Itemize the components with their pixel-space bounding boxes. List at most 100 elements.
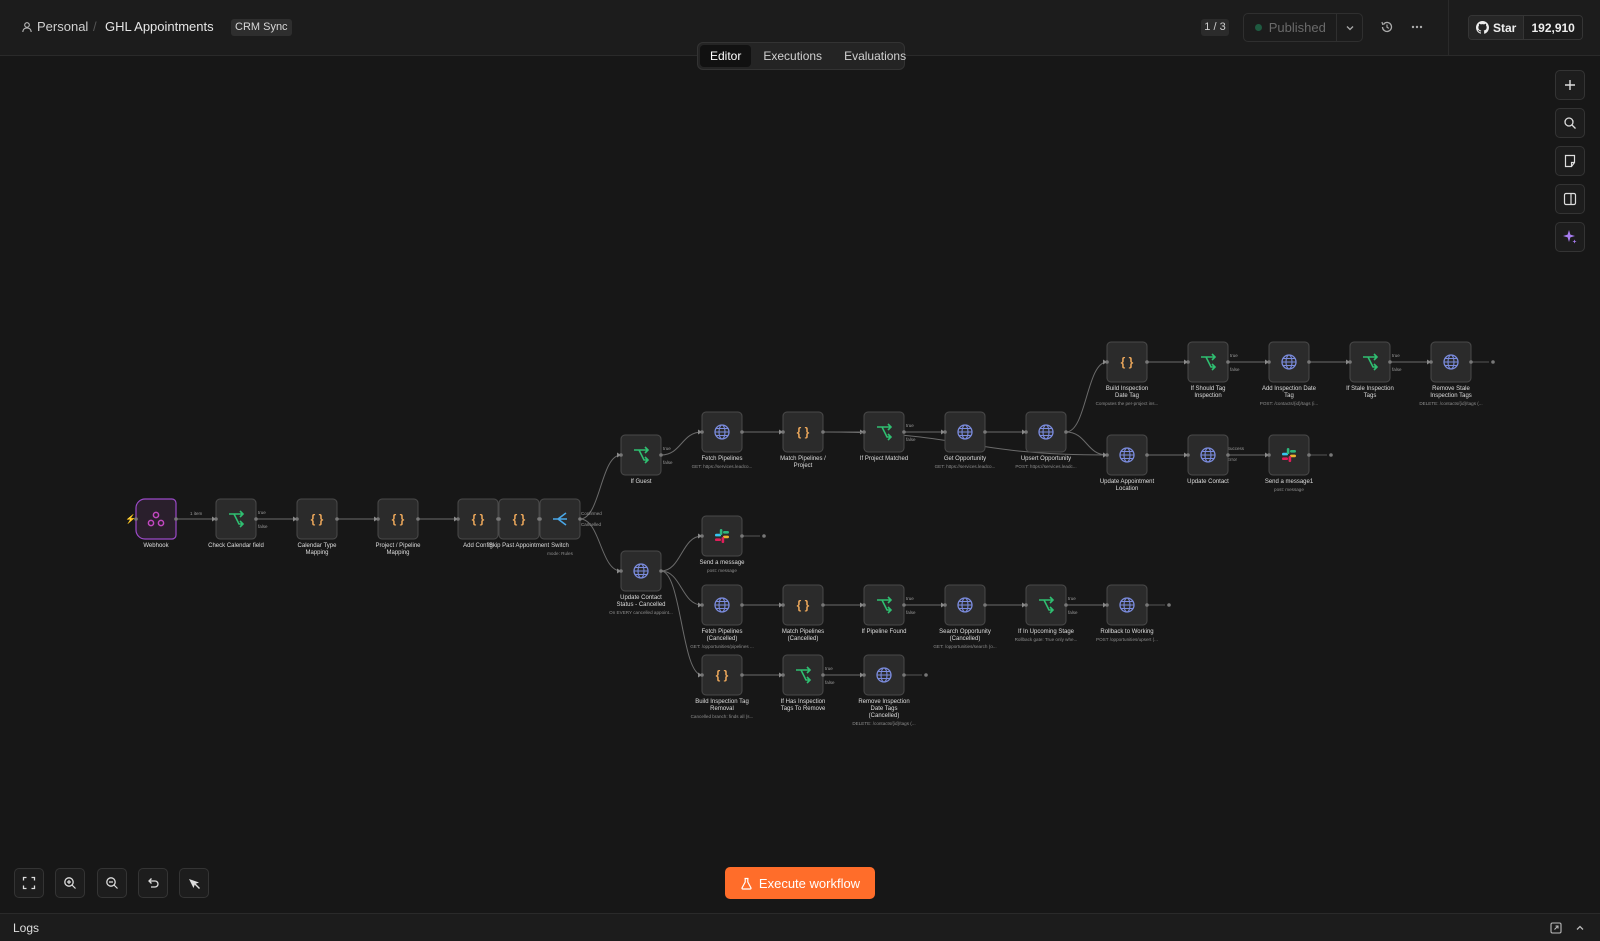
node-update-appt-location[interactable]: Update AppointmentLocation: [1100, 434, 1155, 492]
input-handle[interactable]: [1267, 453, 1271, 457]
publish-status-button[interactable]: Published: [1243, 13, 1363, 42]
workflow-graph[interactable]: 1 item Confirmed Cancelled Success Error true…: [0, 56, 1600, 913]
logs-panel[interactable]: Logs: [0, 913, 1600, 941]
add-node-button[interactable]: [1555, 70, 1585, 100]
edge-update_contact_cancelled-fetch_pipelines_c[interactable]: [660, 570, 703, 606]
node-box[interactable]: [701, 515, 743, 557]
output-handle[interactable]: [740, 534, 744, 538]
output-handle[interactable]: [1307, 453, 1311, 457]
more-options-icon[interactable]: [1405, 15, 1429, 39]
edge-update_contact_cancelled-build_tag_removal[interactable]: [660, 570, 703, 676]
input-handle[interactable]: [1024, 430, 1028, 434]
input-handle[interactable]: [781, 673, 785, 677]
input-handle[interactable]: [1024, 603, 1028, 607]
node-update-contact[interactable]: Update Contact: [1186, 434, 1230, 485]
chevron-down-icon[interactable]: [1336, 14, 1362, 41]
input-handle[interactable]: [376, 517, 380, 521]
output-handle[interactable]: [1064, 603, 1068, 607]
node-box[interactable]: [1268, 434, 1310, 476]
github-star-button[interactable]: Star 192,910: [1468, 15, 1583, 40]
node-project-pipeline[interactable]: { } Project / PipelineMapping: [375, 498, 421, 556]
input-handle[interactable]: [134, 517, 138, 521]
input-handle[interactable]: [619, 569, 623, 573]
github-star-part[interactable]: Star: [1469, 16, 1525, 39]
node-build-tag-removal[interactable]: { } Build Inspection TagRemoval Cancelled …: [691, 654, 754, 719]
execute-workflow-button[interactable]: Execute workflow: [725, 867, 875, 899]
input-handle[interactable]: [1267, 360, 1271, 364]
output-handle[interactable]: [659, 453, 663, 457]
output-handle[interactable]: [1145, 603, 1149, 607]
node-build-inspection-tag[interactable]: { } Build InspectionDate Tag Computes the …: [1096, 341, 1159, 406]
node-send-message-1[interactable]: Send a message1 post: message: [1265, 434, 1314, 492]
add-connection-handle[interactable]: [1167, 603, 1171, 607]
node-webhook[interactable]: ⚡Webhook: [125, 498, 178, 549]
sticky-note-button[interactable]: [1555, 146, 1585, 176]
output-handle[interactable]: [335, 517, 339, 521]
output-handle[interactable]: [416, 517, 420, 521]
input-handle[interactable]: [943, 603, 947, 607]
input-handle[interactable]: [497, 517, 501, 521]
workflow-canvas[interactable]: 1 item Confirmed Cancelled Success Error true…: [0, 56, 1600, 913]
workflow-name[interactable]: GHL Appointments: [105, 19, 214, 34]
output-handle[interactable]: [902, 603, 906, 607]
input-handle[interactable]: [862, 603, 866, 607]
node-if-stale[interactable]: If Stale InspectionTags: [1346, 341, 1394, 399]
input-handle[interactable]: [214, 517, 218, 521]
edge-upsert_opportunity-update_appt_location[interactable]: [1065, 431, 1108, 456]
output-handle[interactable]: [902, 673, 906, 677]
node-if-has-tags[interactable]: If Has InspectionTags To Remove: [781, 654, 826, 712]
input-handle[interactable]: [456, 517, 460, 521]
breadcrumb-workspace[interactable]: Personal: [21, 19, 88, 34]
output-handle[interactable]: [821, 673, 825, 677]
edge-switch-if_guest[interactable]: [579, 454, 622, 520]
output-handle[interactable]: [1388, 360, 1392, 364]
node-if-pipeline-found[interactable]: If Pipeline Found: [861, 584, 907, 635]
node-match-pipelines-c[interactable]: { } Match Pipelines(Cancelled): [781, 584, 825, 642]
output-handle[interactable]: [659, 569, 663, 573]
input-handle[interactable]: [862, 430, 866, 434]
edge-if_guest-fetch_pipelines[interactable]: [660, 431, 703, 456]
node-match-pipelines[interactable]: { } Match Pipelines /Project: [780, 411, 826, 469]
node-send-message[interactable]: Send a message post: message: [699, 515, 745, 573]
zoom-in-button[interactable]: [55, 868, 85, 898]
input-handle[interactable]: [1348, 360, 1352, 364]
output-handle[interactable]: [1226, 360, 1230, 364]
node-box[interactable]: [135, 498, 177, 540]
input-handle[interactable]: [295, 517, 299, 521]
output-handle[interactable]: [1307, 360, 1311, 364]
node-if-project-matched[interactable]: If Project Matched: [860, 411, 908, 462]
node-calendar-type[interactable]: { } Calendar TypeMapping: [295, 498, 339, 556]
input-handle[interactable]: [1105, 360, 1109, 364]
workflow-tag[interactable]: CRM Sync: [231, 19, 292, 36]
ai-assistant-button[interactable]: [1555, 222, 1585, 252]
add-connection-handle[interactable]: [1491, 360, 1495, 364]
node-if-should-tag[interactable]: If Should TagInspection: [1186, 341, 1230, 399]
node-fetch-pipelines[interactable]: Fetch Pipelines GET: https://services.lea…: [692, 411, 753, 469]
input-handle[interactable]: [1186, 453, 1190, 457]
history-icon[interactable]: [1375, 15, 1399, 39]
output-handle[interactable]: [1064, 430, 1068, 434]
tidy-up-button[interactable]: [179, 868, 209, 898]
output-handle[interactable]: [1469, 360, 1473, 364]
output-handle[interactable]: [1145, 360, 1149, 364]
input-handle[interactable]: [1105, 453, 1109, 457]
input-handle[interactable]: [538, 517, 542, 521]
node-if-guest[interactable]: If Guest: [619, 434, 663, 485]
output-handle[interactable]: [740, 673, 744, 677]
edge-upsert_opportunity-build_inspection_tag[interactable]: [1065, 361, 1108, 433]
node-check-calendar[interactable]: Check Calendar field: [208, 498, 264, 549]
output-handle[interactable]: [254, 517, 258, 521]
add-connection-handle[interactable]: [924, 673, 928, 677]
node-remove-tags-c[interactable]: Remove InspectionDate Tags(Cancelled) DEL…: [852, 654, 916, 726]
node-search-opportunity-c[interactable]: Search Opportunity(Cancelled) GET: /oppor…: [933, 584, 997, 649]
output-handle[interactable]: [740, 603, 744, 607]
node-rollback[interactable]: Rollback to Working POST /opportunities/u…: [1096, 584, 1158, 642]
node-add-config[interactable]: { }Add Config: [456, 498, 500, 549]
output-handle[interactable]: [983, 430, 987, 434]
output-handle[interactable]: [174, 517, 178, 521]
output-handle[interactable]: [821, 430, 825, 434]
fit-view-button[interactable]: [14, 868, 44, 898]
output-handle[interactable]: [902, 430, 906, 434]
input-handle[interactable]: [862, 673, 866, 677]
output-handle[interactable]: [821, 603, 825, 607]
